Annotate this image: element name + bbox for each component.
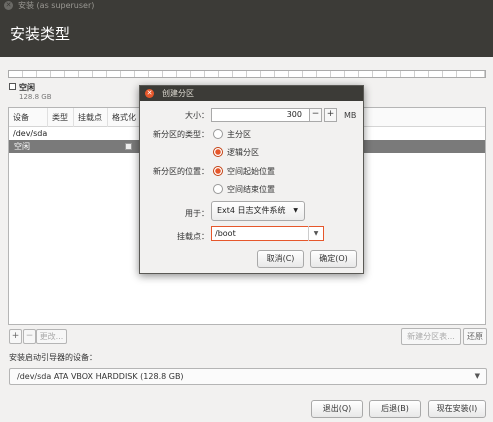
location-end-label[interactable]: 空间结束位置: [227, 184, 275, 195]
format-checkbox[interactable]: [125, 143, 132, 150]
ok-button[interactable]: 确定(O): [310, 250, 357, 268]
mount-point-value: /boot: [215, 229, 236, 238]
location-start-radio[interactable]: [213, 166, 223, 176]
size-decrement-button[interactable]: −: [309, 108, 322, 122]
window-title: 安装 (as superuser): [18, 1, 95, 10]
column-header-mount[interactable]: 挂载点: [74, 108, 108, 127]
location-start-label[interactable]: 空间起始位置: [227, 166, 275, 177]
remove-partition-button[interactable]: −: [23, 329, 36, 344]
install-now-button[interactable]: 现在安装(I): [428, 400, 486, 418]
new-partition-table-button[interactable]: 新建分区表...: [401, 328, 461, 345]
legend-label: 空闲: [19, 83, 35, 92]
cancel-button[interactable]: 取消(C): [257, 250, 304, 268]
logical-partition-label[interactable]: 逻辑分区: [227, 147, 259, 158]
bootloader-device-value: /dev/sda ATA VBOX HARDDISK (128.8 GB): [17, 372, 184, 381]
page-header: 安装类型: [0, 12, 493, 57]
mount-point-label: 挂载点：: [177, 232, 209, 241]
disk-usage-bar: [8, 70, 486, 78]
back-button[interactable]: 后退(B): [369, 400, 421, 418]
column-header-device[interactable]: 设备: [9, 108, 48, 127]
primary-partition-label[interactable]: 主分区: [227, 129, 251, 140]
size-increment-button[interactable]: +: [324, 108, 337, 122]
close-icon[interactable]: ✕: [4, 1, 13, 10]
chevron-down-icon: ▼: [474, 372, 480, 380]
column-header-type[interactable]: 类型: [48, 108, 74, 127]
legend-swatch: [9, 83, 16, 90]
window-titlebar: ✕ 安装 (as superuser): [0, 0, 493, 12]
primary-partition-radio[interactable]: [213, 129, 223, 139]
close-icon[interactable]: ✕: [145, 89, 154, 98]
table-row-label: 空闲: [14, 142, 30, 151]
legend-size: 128.8 GB: [19, 93, 52, 101]
mount-point-input[interactable]: /boot ▼: [211, 226, 324, 241]
add-partition-button[interactable]: +: [9, 329, 22, 344]
location-end-radio[interactable]: [213, 184, 223, 194]
dialog-titlebar: ✕ 创建分区: [140, 86, 363, 101]
bootloader-label: 安装启动引导器的设备：: [9, 353, 97, 362]
dialog-title: 创建分区: [162, 89, 194, 98]
size-unit: MB: [344, 111, 357, 120]
filesystem-select[interactable]: Ext4 日志文件系统 ▼: [211, 201, 305, 221]
revert-button[interactable]: 还原: [463, 328, 487, 345]
chevron-down-icon[interactable]: ▼: [308, 226, 323, 241]
logical-partition-radio[interactable]: [213, 147, 223, 157]
size-input[interactable]: 300: [211, 108, 310, 122]
change-partition-button[interactable]: 更改...: [36, 329, 67, 344]
page-title: 安装类型: [10, 25, 71, 43]
create-partition-dialog: ✕ 创建分区 大小： 300 − + MB 新分区的类型： 主分区 逻辑分区 新…: [139, 85, 364, 274]
use-as-label: 用于：: [185, 209, 209, 218]
size-label: 大小：: [185, 111, 209, 120]
partition-type-label: 新分区的类型：: [153, 130, 209, 139]
partition-location-label: 新分区的位置：: [153, 167, 209, 176]
bootloader-device-select[interactable]: /dev/sda ATA VBOX HARDDISK (128.8 GB) ▼: [9, 368, 487, 385]
quit-button[interactable]: 退出(Q): [311, 400, 363, 418]
filesystem-value: Ext4 日志文件系统: [217, 206, 286, 215]
chevron-down-icon: ▼: [293, 207, 298, 214]
column-header-format[interactable]: 格式化: [108, 108, 140, 127]
